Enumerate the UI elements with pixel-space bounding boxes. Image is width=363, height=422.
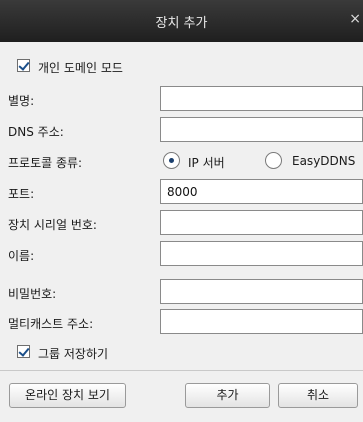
name-row: 이름: <box>0 239 363 269</box>
group-save-row: 그룹 저장하기 <box>0 338 363 368</box>
password-label: 비밀번호: <box>8 287 57 301</box>
private-domain-checkbox[interactable] <box>17 59 30 72</box>
footer-divider <box>0 370 363 371</box>
radio-ip-server[interactable] <box>163 152 180 169</box>
port-input[interactable] <box>160 179 363 204</box>
multicast-input[interactable] <box>160 309 363 334</box>
multicast-row: 멀티캐스트 주소: <box>0 307 363 337</box>
dns-row: DNS 주소: <box>0 115 363 145</box>
protocol-row: 프로토콜 종류: IP 서버 EasyDDNS <box>0 146 363 176</box>
serial-row: 장치 시리얼 번호: <box>0 208 363 238</box>
dns-label: DNS 주소: <box>8 125 64 139</box>
password-input[interactable] <box>160 279 363 304</box>
password-row: 비밀번호: <box>0 277 363 307</box>
name-input[interactable] <box>160 241 363 266</box>
alias-label: 별명: <box>8 94 35 108</box>
dns-input[interactable] <box>160 117 363 142</box>
port-label: 포트: <box>8 187 35 201</box>
group-save-checkbox[interactable] <box>17 345 30 358</box>
private-domain-row: 개인 도메인 모드 <box>0 52 363 82</box>
cancel-button[interactable]: 취소 <box>278 383 358 408</box>
port-row: 포트: <box>0 177 363 207</box>
radio-ip-server-label: IP 서버 <box>188 156 225 170</box>
protocol-label: 프로토콜 종류: <box>8 156 83 170</box>
name-label: 이름: <box>8 249 35 263</box>
alias-row: 별명: <box>0 84 363 114</box>
radio-easyddns-label: EasyDDNS <box>292 154 356 168</box>
private-domain-label: 개인 도메인 모드 <box>38 61 123 75</box>
online-devices-button[interactable]: 온라인 장치 보기 <box>9 383 126 408</box>
multicast-label: 멀티캐스트 주소: <box>8 317 94 331</box>
serial-label: 장치 시리얼 번호: <box>8 218 97 232</box>
serial-input[interactable] <box>160 210 363 235</box>
add-button[interactable]: 추가 <box>185 383 270 408</box>
alias-input[interactable] <box>160 86 363 111</box>
window-title: 장치 추가 <box>155 16 208 31</box>
title-bar: 장치 추가 × <box>0 0 363 42</box>
close-icon[interactable]: × <box>347 11 361 27</box>
radio-easyddns[interactable] <box>265 152 282 169</box>
group-save-label: 그룹 저장하기 <box>38 347 109 361</box>
